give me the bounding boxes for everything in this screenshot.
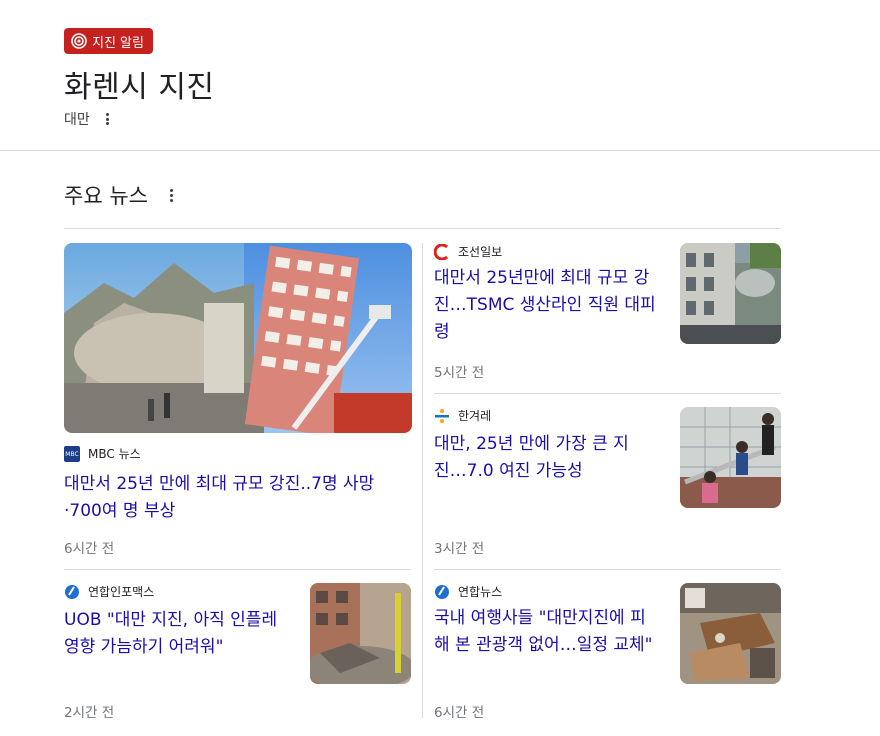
- earthquake-alert-icon: [71, 33, 87, 49]
- article-image[interactable]: [310, 583, 411, 684]
- topic-location: 대만: [64, 109, 116, 129]
- article-time: 2시간 전: [64, 705, 115, 721]
- article-time: 3시간 전: [434, 541, 485, 557]
- article-headline[interactable]: UOB "대만 지진, 아직 인플레 영향 가늠하기 어려워": [64, 607, 290, 661]
- article-image[interactable]: [680, 583, 781, 684]
- article-headline[interactable]: 대만서 25년만에 최대 규모 강진…TSMC 생산라인 직원 대피령: [434, 265, 660, 346]
- article-time: 6시간 전: [434, 705, 485, 721]
- news-card[interactable]: 조선일보 대만서 25년만에 최대 규모 강진…TSMC 생산라인 직원 대피령…: [433, 243, 781, 383]
- news-card-featured[interactable]: MBC MBC 뉴스 대만서 25년 만에 최대 규모 강진..7명 사망·70…: [64, 243, 412, 563]
- article-source: 조선일보: [433, 243, 503, 260]
- divider: [64, 228, 781, 229]
- divider: [434, 393, 781, 394]
- svg-text:MBC: MBC: [65, 451, 78, 458]
- article-source: 한겨레: [434, 407, 491, 424]
- page-title: 화렌시 지진: [64, 70, 215, 105]
- news-card[interactable]: 한겨레 대만, 25년 만에 가장 큰 지진…7.0 여진 가능성 3시간 전: [434, 407, 781, 557]
- article-headline[interactable]: 국내 여행사들 "대만지진에 피해 본 관광객 없어…일정 교체": [434, 605, 660, 659]
- article-image[interactable]: [680, 407, 781, 508]
- more-options-icon[interactable]: [100, 113, 116, 125]
- article-headline[interactable]: 대만, 25년 만에 가장 큰 지진…7.0 여진 가능성: [434, 431, 660, 485]
- earthquake-alert-badge[interactable]: 지진 알림: [64, 28, 153, 54]
- article-image[interactable]: [64, 243, 412, 433]
- article-headline[interactable]: 대만서 25년 만에 최대 규모 강진..7명 사망·700여 명 부상: [64, 471, 412, 525]
- column-divider: [422, 243, 423, 718]
- alert-badge-label: 지진 알림: [92, 35, 144, 51]
- article-time: 5시간 전: [434, 365, 485, 381]
- more-options-icon[interactable]: [164, 188, 180, 202]
- divider: [64, 569, 411, 570]
- source-name: 조선일보: [458, 245, 503, 259]
- source-name: 한겨레: [458, 409, 492, 423]
- chosun-logo-icon: [433, 243, 450, 260]
- location-label: 대만: [64, 112, 90, 128]
- source-name: 연합인포맥스: [88, 585, 155, 599]
- section-title-label: 주요 뉴스: [64, 184, 148, 208]
- article-source: 연합뉴스: [434, 583, 502, 600]
- news-card[interactable]: 연합뉴스 국내 여행사들 "대만지진에 피해 본 관광객 없어…일정 교체" 6…: [434, 583, 781, 723]
- yonhap-infomax-logo-icon: [64, 584, 80, 600]
- hani-logo-icon: [434, 408, 450, 424]
- mbc-logo-icon: MBC: [64, 445, 80, 462]
- section-title: 주요 뉴스: [64, 180, 180, 210]
- article-source: 연합인포맥스: [64, 583, 154, 600]
- news-card[interactable]: 연합인포맥스 UOB "대만 지진, 아직 인플레 영향 가늠하기 어려워" 2…: [64, 583, 412, 723]
- source-name: 연합뉴스: [458, 585, 503, 599]
- article-time: 6시간 전: [64, 541, 115, 557]
- yonhap-logo-icon: [434, 584, 450, 600]
- source-name: MBC 뉴스: [88, 447, 141, 461]
- topic-header: 지진 알림 화렌시 지진 대만: [0, 0, 880, 151]
- article-image[interactable]: [680, 243, 781, 344]
- article-source: MBC MBC 뉴스: [64, 445, 141, 462]
- divider: [434, 569, 781, 570]
